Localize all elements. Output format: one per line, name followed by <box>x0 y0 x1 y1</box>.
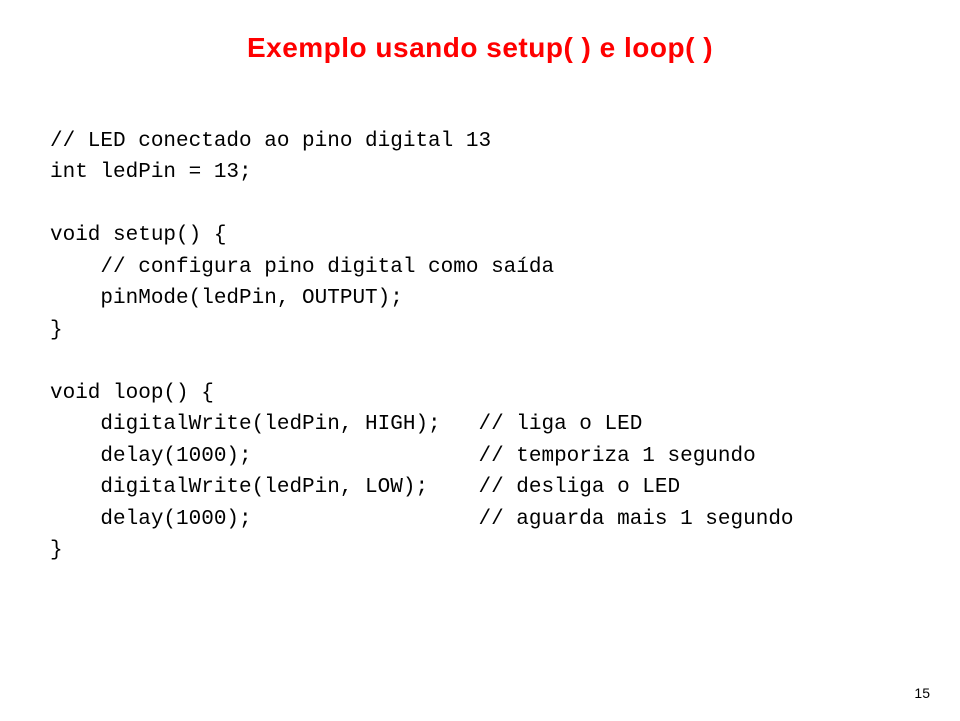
code-line: delay(1000); // temporiza 1 segundo <box>50 445 756 468</box>
code-line: void loop() { <box>50 382 214 405</box>
code-line: } <box>50 319 63 342</box>
code-line: void setup() { <box>50 224 226 247</box>
code-line: delay(1000); // aguarda mais 1 segundo <box>50 508 794 531</box>
code-block: // LED conectado ao pino digital 13 int … <box>50 94 910 567</box>
code-line: digitalWrite(ledPin, HIGH); // liga o LE… <box>50 413 642 436</box>
code-line: int ledPin = 13; <box>50 161 252 184</box>
code-line: // LED conectado ao pino digital 13 <box>50 130 491 153</box>
code-line: pinMode(ledPin, OUTPUT); <box>50 287 403 310</box>
code-line: digitalWrite(ledPin, LOW); // desliga o … <box>50 476 680 499</box>
code-line: // configura pino digital como saída <box>50 256 554 279</box>
slide-title: Exemplo usando setup( ) e loop( ) <box>50 32 910 64</box>
code-line: } <box>50 539 63 562</box>
page-number: 15 <box>914 685 930 701</box>
